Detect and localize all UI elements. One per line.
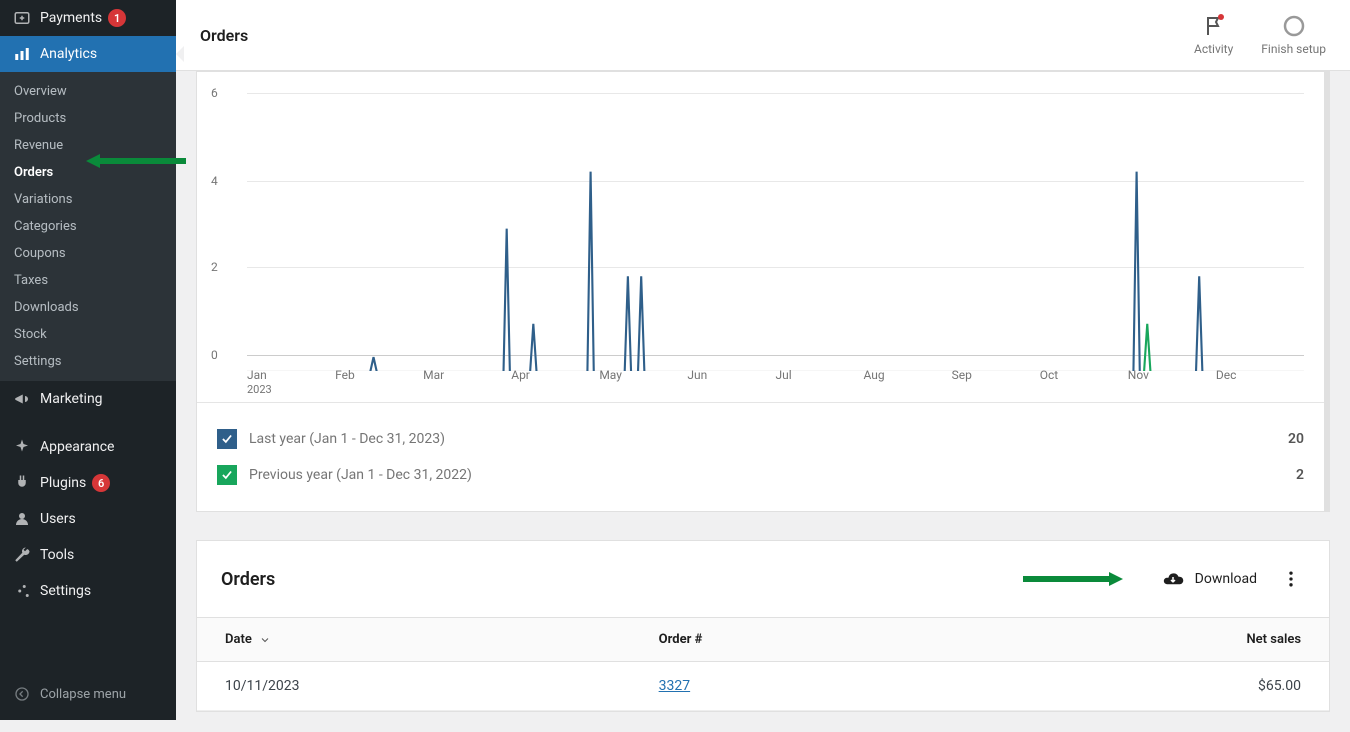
brush-icon	[12, 437, 32, 457]
chart-legend: Last year (Jan 1 - Dec 31, 2023) 20 Prev…	[197, 402, 1324, 511]
annotation-arrow-orders	[86, 154, 186, 168]
download-button[interactable]: Download	[1161, 567, 1257, 591]
cell-net: $65.00	[962, 662, 1329, 711]
sliders-icon	[12, 581, 32, 601]
sub-products[interactable]: Products	[0, 105, 176, 132]
ytick-2: 2	[211, 260, 218, 274]
col-date[interactable]: Date	[197, 618, 631, 662]
legend-last-year[interactable]: Last year (Jan 1 - Dec 31, 2023) 20	[217, 421, 1304, 457]
sidebar-item-settings[interactable]: Settings	[0, 573, 176, 609]
orders-table: Date Order # Net sales 10/11/2023 3327 $…	[197, 617, 1329, 711]
checkbox-previous-year[interactable]	[217, 465, 237, 485]
sidebar-item-appearance[interactable]: Appearance	[0, 429, 176, 465]
collapse-icon	[12, 684, 32, 704]
ytick-6: 6	[211, 86, 218, 100]
sidebar-item-marketing[interactable]: Marketing	[0, 381, 176, 417]
payments-badge: 1	[108, 9, 126, 27]
sub-orders[interactable]: Orders	[0, 159, 176, 186]
sidebar-item-analytics[interactable]: Analytics	[0, 36, 176, 72]
ytick-0: 0	[211, 348, 218, 362]
flag-icon	[1202, 14, 1226, 38]
more-options-button[interactable]	[1277, 565, 1305, 593]
activity-dot	[1218, 14, 1224, 20]
col-net-sales[interactable]: Net sales	[962, 618, 1329, 662]
orders-table-panel: Orders Download	[196, 540, 1330, 712]
user-icon	[12, 509, 32, 529]
payments-label: Payments	[40, 10, 102, 26]
finish-setup-button[interactable]: Finish setup	[1261, 14, 1326, 56]
progress-circle-icon	[1282, 14, 1306, 38]
sidebar-item-tools[interactable]: Tools	[0, 537, 176, 573]
analytics-label: Analytics	[40, 46, 97, 62]
orders-table-title: Orders	[221, 569, 275, 590]
analytics-submenu: Overview Products Revenue Orders Variati…	[0, 72, 176, 381]
payments-icon	[12, 8, 32, 28]
col-order-number[interactable]: Order #	[631, 618, 962, 662]
sub-downloads[interactable]: Downloads	[0, 294, 176, 321]
sub-categories[interactable]: Categories	[0, 213, 176, 240]
chevron-down-icon	[259, 634, 271, 646]
order-link[interactable]: 3327	[659, 678, 690, 694]
megaphone-icon	[12, 389, 32, 409]
admin-sidebar: Payments 1 Analytics Overview Products R…	[0, 0, 176, 720]
annotation-arrow-download	[1023, 572, 1123, 586]
sub-taxes[interactable]: Taxes	[0, 267, 176, 294]
analytics-icon	[12, 44, 32, 64]
sub-overview[interactable]: Overview	[0, 78, 176, 105]
cell-date: 10/11/2023	[197, 662, 631, 711]
ytick-4: 4	[211, 174, 218, 188]
plugins-badge: 6	[92, 474, 110, 492]
orders-chart-panel: 6 4 2 0 Jan2023 Feb Mar Apr May Jun Jul …	[196, 71, 1330, 512]
checkbox-last-year[interactable]	[217, 429, 237, 449]
legend-previous-year[interactable]: Previous year (Jan 1 - Dec 31, 2022) 2	[217, 457, 1304, 493]
x-axis: Jan2023 Feb Mar Apr May Jun Jul Aug Sep …	[247, 368, 1304, 396]
activity-button[interactable]: Activity	[1194, 14, 1233, 56]
plug-icon	[12, 473, 32, 493]
sub-stock[interactable]: Stock	[0, 321, 176, 348]
table-row: 10/11/2023 3327 $65.00	[197, 662, 1329, 711]
sidebar-item-payments[interactable]: Payments 1	[0, 0, 176, 36]
sub-settings-analytics[interactable]: Settings	[0, 348, 176, 375]
sidebar-item-plugins[interactable]: Plugins 6	[0, 465, 176, 501]
sub-variations[interactable]: Variations	[0, 186, 176, 213]
topbar: Orders Activity Finish setup	[176, 0, 1350, 71]
sub-coupons[interactable]: Coupons	[0, 240, 176, 267]
page-title: Orders	[200, 26, 248, 45]
chart-svg	[247, 86, 1304, 371]
cloud-download-icon	[1161, 567, 1185, 591]
wrench-icon	[12, 545, 32, 565]
dots-vertical-icon	[1281, 569, 1301, 589]
sidebar-item-users[interactable]: Users	[0, 501, 176, 537]
collapse-menu[interactable]: Collapse menu	[0, 676, 138, 712]
chart-area: 6 4 2 0 Jan2023 Feb Mar Apr May Jun Jul …	[197, 72, 1324, 402]
